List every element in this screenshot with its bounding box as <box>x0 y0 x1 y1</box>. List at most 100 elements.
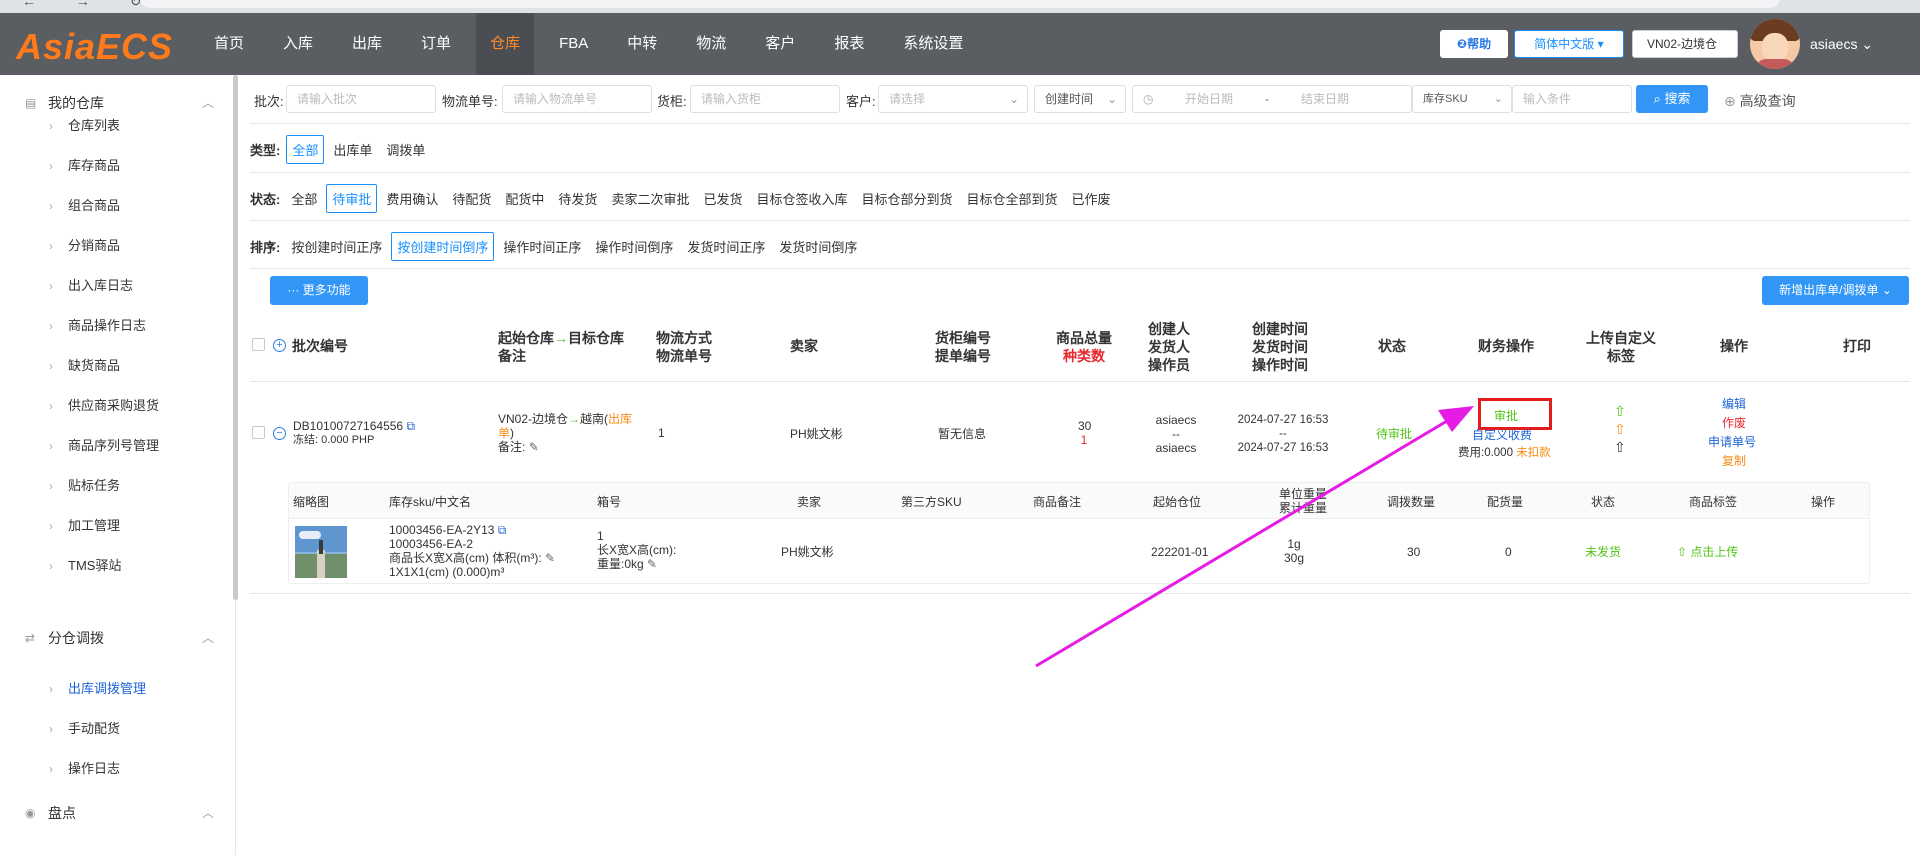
more-functions-button[interactable]: ··· 更多功能 <box>270 276 368 305</box>
advanced-search-link[interactable]: ⊕ 高级查询 <box>1724 91 1796 111</box>
filter-option[interactable]: 调拨单 <box>381 135 430 164</box>
filter-option[interactable]: 目标仓签收入库 <box>751 184 852 213</box>
sidebar-scrollbar[interactable] <box>233 75 238 600</box>
filter-option[interactable]: 按创建时间倒序 <box>391 231 495 261</box>
nav-item[interactable]: 首页 <box>200 13 258 75</box>
sidebar-item[interactable]: › 仓库列表 <box>0 111 230 141</box>
help-button[interactable]: ❷帮助 <box>1440 30 1508 58</box>
filter-option[interactable]: 发货时间倒序 <box>774 232 862 261</box>
nav-item[interactable]: 仓库 <box>476 13 535 75</box>
filter-option[interactable]: 已作废 <box>1067 184 1116 213</box>
void-link[interactable]: 作废 <box>1722 416 1746 430</box>
filter-option[interactable]: 待配货 <box>447 184 496 213</box>
search-button[interactable]: ⌕ 搜索 <box>1636 85 1708 113</box>
upload-icon[interactable]: ⇧ <box>1614 404 1626 418</box>
nav-item[interactable]: 入库 <box>269 13 327 75</box>
nav-item[interactable]: 系统设置 <box>889 13 977 75</box>
filter-option[interactable]: 目标仓部分到货 <box>856 184 957 213</box>
row-checkbox[interactable] <box>252 426 265 439</box>
app-logo[interactable]: AsiaECS <box>16 26 173 68</box>
sidebar-item[interactable]: › 贴标任务 <box>0 471 230 501</box>
copy-link[interactable]: 复制 <box>1722 454 1746 468</box>
nav-item[interactable]: 报表 <box>820 13 878 75</box>
sidebar-item[interactable]: › 缺货商品 <box>0 351 230 381</box>
th-quantity: 商品总量 种类数 <box>1056 330 1112 364</box>
browser-nav-buttons[interactable]: ← → ↻ <box>22 0 160 10</box>
batch-input[interactable]: 请输入批次 <box>286 85 436 113</box>
th-cabinet: 货柜编号 提单编号 <box>935 330 991 364</box>
sidebar-item[interactable]: › 手动配货 <box>0 714 230 744</box>
sidebar-item[interactable]: › 分销商品 <box>0 231 230 261</box>
product-thumbnail[interactable] <box>295 526 347 578</box>
edit-icon[interactable]: ✎ <box>529 440 539 454</box>
condition-input[interactable]: 输入条件 <box>1512 85 1632 113</box>
sidebar-item[interactable]: › 出库调拨管理 <box>0 674 230 704</box>
language-select[interactable]: 简体中文版 ▾ <box>1514 30 1624 58</box>
avatar[interactable] <box>1750 19 1800 69</box>
expand-all-icon[interactable]: + <box>273 339 286 352</box>
sidebar-item[interactable]: › 组合商品 <box>0 191 230 221</box>
upload-icon[interactable]: ⇧ <box>1614 422 1626 436</box>
nav-item[interactable]: 客户 <box>751 13 809 75</box>
edit-icon[interactable]: ✎ <box>545 551 555 565</box>
filter-option[interactable]: 费用确认 <box>381 184 443 213</box>
sidebar-item[interactable]: › 供应商采购退货 <box>0 391 230 421</box>
custom-charge-link[interactable]: 自定义收费 <box>1472 428 1532 442</box>
sidebar-item[interactable]: › 库存商品 <box>0 151 230 181</box>
customer-select[interactable]: 请选择 ⌄ <box>878 85 1028 113</box>
filter-option[interactable]: 待审批 <box>326 183 378 213</box>
filter-option[interactable]: 出库单 <box>328 135 377 164</box>
nav-item[interactable]: 物流 <box>682 13 740 75</box>
user-menu[interactable]: asiaecs ⌄ <box>1810 36 1873 53</box>
people: asiaecs -- asiaecs <box>1155 413 1197 455</box>
logistics-input[interactable]: 请输入物流单号 <box>502 85 652 113</box>
filter-option[interactable]: 待发货 <box>553 184 602 213</box>
browser-address-bar[interactable] <box>140 0 1780 8</box>
sku-cell: 10003456-EA-2Y13 ⧉ 10003456-EA-2 商品长X宽X高… <box>389 523 555 579</box>
filter-option[interactable]: 操作时间倒序 <box>590 232 678 261</box>
outbound-link[interactable]: 出库 <box>608 412 632 426</box>
sidebar-item[interactable]: › 操作日志 <box>0 754 230 784</box>
copy-icon[interactable]: ⧉ <box>406 419 415 433</box>
sidebar-group-transfer[interactable]: ⇄ 分仓调拨 ︿ <box>0 618 230 658</box>
sidebar-item[interactable]: › TMS驿站 <box>0 551 230 581</box>
filter-option[interactable]: 目标仓全部到货 <box>962 184 1063 213</box>
sidebar-item[interactable]: › 商品操作日志 <box>0 311 230 341</box>
dims-label: 商品长X宽X高(cm) 体积(m³): <box>389 551 542 565</box>
date-range-picker[interactable]: ◷ 开始日期 - 结束日期 <box>1132 85 1412 113</box>
apply-number-link[interactable]: 申请单号 <box>1708 435 1756 449</box>
sub-th-ops: 操作 <box>1811 495 1836 509</box>
nav-item[interactable]: 出库 <box>338 13 396 75</box>
filter-option[interactable]: 已发货 <box>698 184 747 213</box>
nav-item[interactable]: FBA <box>545 13 602 75</box>
sidebar-item[interactable]: › 出入库日志 <box>0 271 230 301</box>
divider <box>250 123 1910 124</box>
filter-option[interactable]: 发货时间正序 <box>682 232 770 261</box>
upload-icon[interactable]: ⇧ <box>1614 440 1626 454</box>
new-outbound-button[interactable]: 新增出库单/调拨单 ⌄ <box>1762 276 1909 305</box>
select-all-checkbox[interactable] <box>252 338 265 351</box>
nav-item[interactable]: 中转 <box>613 13 671 75</box>
warehouse-select[interactable]: VN02-边境仓 <box>1632 30 1738 58</box>
sidebar-item[interactable]: › 商品序列号管理 <box>0 431 230 461</box>
nav-item[interactable]: 订单 <box>407 13 465 75</box>
sku-type-select[interactable]: 库存SKU ⌄ <box>1412 85 1512 113</box>
collapse-row-icon[interactable]: − <box>273 427 286 440</box>
batch-number[interactable]: DB10100727164556 ⧉ <box>293 419 415 433</box>
filter-option[interactable]: 按创建时间正序 <box>286 232 387 261</box>
edit-link[interactable]: 编辑 <box>1722 397 1746 411</box>
outbound-link-cont[interactable]: 单 <box>498 426 510 440</box>
sidebar-group-inventory[interactable]: ◉ 盘点 ︿ <box>0 793 230 833</box>
cabinet-input[interactable]: 请输入货柜 <box>690 85 840 113</box>
filter-option[interactable]: 配货中 <box>500 184 549 213</box>
upload-tag-link[interactable]: ⇧ 点击上传 <box>1677 545 1738 559</box>
sidebar-item[interactable]: › 加工管理 <box>0 511 230 541</box>
filter-option[interactable]: 卖家二次审批 <box>606 184 694 213</box>
filter-option[interactable]: 操作时间正序 <box>498 232 586 261</box>
filter-option[interactable]: 全部 <box>286 134 325 164</box>
edit-icon[interactable]: ✎ <box>647 557 657 571</box>
caret-down-icon: ▾ <box>1597 37 1604 51</box>
filter-option[interactable]: 全部 <box>286 184 322 213</box>
copy-icon[interactable]: ⧉ <box>498 523 507 537</box>
time-type-select[interactable]: 创建时间 ⌄ <box>1034 85 1126 113</box>
